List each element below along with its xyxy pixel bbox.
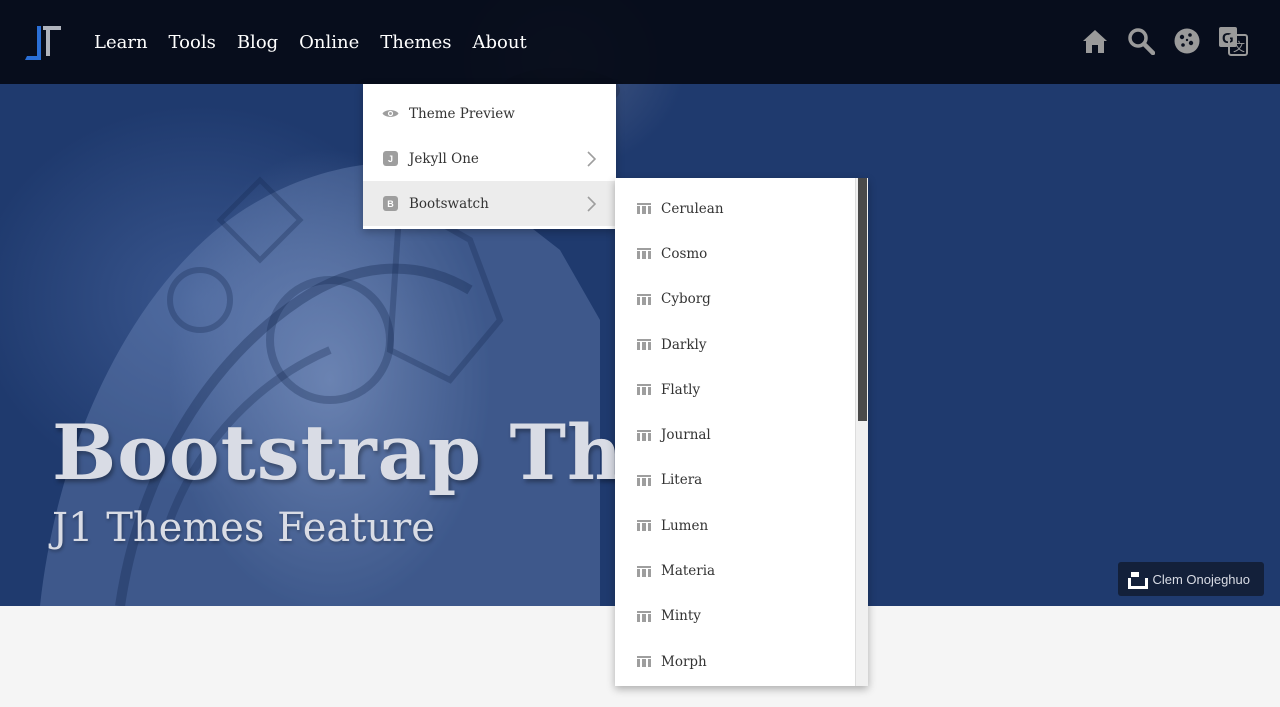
translate-icon[interactable]: G文 <box>1218 26 1248 56</box>
theme-icon <box>637 339 651 351</box>
submenu-item-label: Journal <box>661 427 711 444</box>
submenu-item-cosmo[interactable]: Cosmo <box>615 231 855 276</box>
home-icon[interactable] <box>1080 26 1110 56</box>
svg-text:文: 文 <box>1233 39 1245 54</box>
submenu-item-label: Materia <box>661 563 716 580</box>
submenu-item-darkly[interactable]: Darkly <box>615 322 855 367</box>
main-nav: Learn Tools Blog Online Themes About <box>94 0 527 84</box>
hero-subtitle: J1 Themes Feature <box>52 505 435 551</box>
submenu-item-flatly[interactable]: Flatly <box>615 367 855 412</box>
theme-icon <box>637 565 651 577</box>
theme-icon <box>637 248 651 260</box>
nav-tools[interactable]: Tools <box>169 32 216 53</box>
bootswatch-badge-icon: B <box>383 196 398 211</box>
theme-icon <box>637 293 651 305</box>
j1-logo-icon <box>25 26 61 60</box>
submenu-item-journal[interactable]: Journal <box>615 412 855 457</box>
theme-icon <box>637 384 651 396</box>
theme-icon <box>637 610 651 622</box>
dropdown-item-bootswatch[interactable]: B Bootswatch <box>363 181 616 226</box>
site-logo[interactable] <box>24 24 62 60</box>
nav-about[interactable]: About <box>473 32 527 53</box>
top-navbar: Learn Tools Blog Online Themes About G文 <box>0 0 1280 84</box>
submenu-item-materia[interactable]: Materia <box>615 548 855 593</box>
unsplash-icon <box>1128 572 1149 589</box>
submenu-item-label: Lumen <box>661 517 709 534</box>
themes-dropdown: Theme Preview J Jekyll One B Bootswatch <box>363 84 616 229</box>
nav-themes[interactable]: Themes <box>380 32 451 53</box>
nav-online[interactable]: Online <box>299 32 359 53</box>
bootswatch-theme-list: Cerulean Cosmo Cyborg Darkly Flatly Jour… <box>615 186 855 684</box>
submenu-item-label: Morph <box>661 653 707 670</box>
photo-credit-badge[interactable]: Clem Onojeghuo <box>1118 562 1264 596</box>
theme-icon <box>637 656 651 668</box>
dropdown-item-label: Theme Preview <box>409 105 515 122</box>
dropdown-item-label: Jekyll One <box>409 150 479 167</box>
submenu-item-litera[interactable]: Litera <box>615 458 855 503</box>
dropdown-item-theme-preview[interactable]: Theme Preview <box>363 91 616 136</box>
eye-icon <box>382 108 399 119</box>
theme-icon <box>637 474 651 486</box>
jekyll-one-badge-icon: J <box>383 151 398 166</box>
submenu-item-label: Darkly <box>661 336 707 353</box>
cookie-icon[interactable] <box>1172 26 1202 56</box>
nav-blog[interactable]: Blog <box>237 32 278 53</box>
submenu-item-label: Litera <box>661 472 703 489</box>
theme-icon <box>637 429 651 441</box>
search-icon[interactable] <box>1126 26 1156 56</box>
submenu-item-label: Flatly <box>661 381 701 398</box>
submenu-item-cyborg[interactable]: Cyborg <box>615 277 855 322</box>
photo-credit-name: Clem Onojeghuo <box>1152 571 1250 587</box>
svg-text:G: G <box>1222 30 1234 47</box>
submenu-item-label: Cyborg <box>661 291 711 308</box>
submenu-item-lumen[interactable]: Lumen <box>615 503 855 548</box>
hero-title: Bootstrap The <box>52 408 673 497</box>
scrollbar-thumb[interactable] <box>858 178 867 421</box>
bootswatch-submenu: Cerulean Cosmo Cyborg Darkly Flatly Jour… <box>615 178 868 686</box>
nav-learn[interactable]: Learn <box>94 32 148 53</box>
submenu-item-morph[interactable]: Morph <box>615 639 855 684</box>
dropdown-item-label: Bootswatch <box>409 195 489 212</box>
nav-icon-group: G文 <box>1080 26 1248 56</box>
submenu-item-label: Cerulean <box>661 200 724 217</box>
submenu-item-minty[interactable]: Minty <box>615 594 855 639</box>
submenu-item-label: Minty <box>661 608 701 625</box>
submenu-item-cerulean[interactable]: Cerulean <box>615 186 855 231</box>
submenu-item-label: Cosmo <box>661 245 708 262</box>
chevron-right-icon <box>587 195 596 212</box>
submenu-scrollbar[interactable] <box>855 178 868 686</box>
theme-icon <box>637 203 651 215</box>
theme-icon <box>637 520 651 532</box>
dropdown-item-jekyll-one[interactable]: J Jekyll One <box>363 136 616 181</box>
chevron-right-icon <box>587 150 596 167</box>
